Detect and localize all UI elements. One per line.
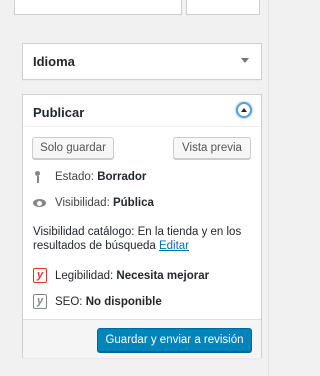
visibility-value: Pública xyxy=(112,197,154,209)
publish-box: Publicar Solo guardar Vista previa Estad… xyxy=(22,94,262,358)
preview-button[interactable]: Vista previa xyxy=(173,137,251,159)
language-box[interactable]: Idioma xyxy=(22,43,262,80)
seo-value: No disponible xyxy=(85,295,162,308)
chevron-up-icon[interactable] xyxy=(236,102,252,118)
previous-box-right xyxy=(186,0,260,15)
status-value: Borrador xyxy=(97,171,147,183)
status-row: Estado: Borrador xyxy=(33,171,146,183)
eye-icon xyxy=(33,198,55,208)
yoast-gray-icon: y xyxy=(33,294,47,309)
status-label: Estado: xyxy=(55,171,94,183)
seo-row: y SEO: No disponible xyxy=(33,294,162,309)
pin-icon xyxy=(33,171,55,183)
yoast-red-icon: y xyxy=(33,268,47,283)
publish-box-divider xyxy=(23,126,261,127)
visibility-label: Visibilidad: xyxy=(55,197,110,209)
visibility-row: Visibilidad: Pública xyxy=(33,197,154,209)
readability-row: y Legibilidad: Necesita mejorar xyxy=(33,268,209,283)
scroll-edge xyxy=(268,0,269,376)
catalog-visibility-row: Visibilidad catálogo: En la tienda y en … xyxy=(33,225,253,253)
language-box-title: Idioma xyxy=(33,54,75,69)
readability-label: Legibilidad: xyxy=(55,269,114,282)
publish-actions: Guardar y enviar a revisión xyxy=(23,319,261,358)
previous-box-left xyxy=(14,0,182,15)
catalog-visibility-text: Visibilidad catálogo: En la tienda y en … xyxy=(33,226,242,252)
catalog-edit-link[interactable]: Editar xyxy=(159,240,189,252)
publish-box-title: Publicar xyxy=(33,105,85,120)
submit-for-review-button[interactable]: Guardar y enviar a revisión xyxy=(97,328,252,352)
save-draft-button[interactable]: Solo guardar xyxy=(32,137,114,159)
seo-label: SEO: xyxy=(55,295,83,308)
readability-value: Necesita mejorar xyxy=(116,269,210,282)
chevron-down-icon[interactable] xyxy=(241,58,249,63)
